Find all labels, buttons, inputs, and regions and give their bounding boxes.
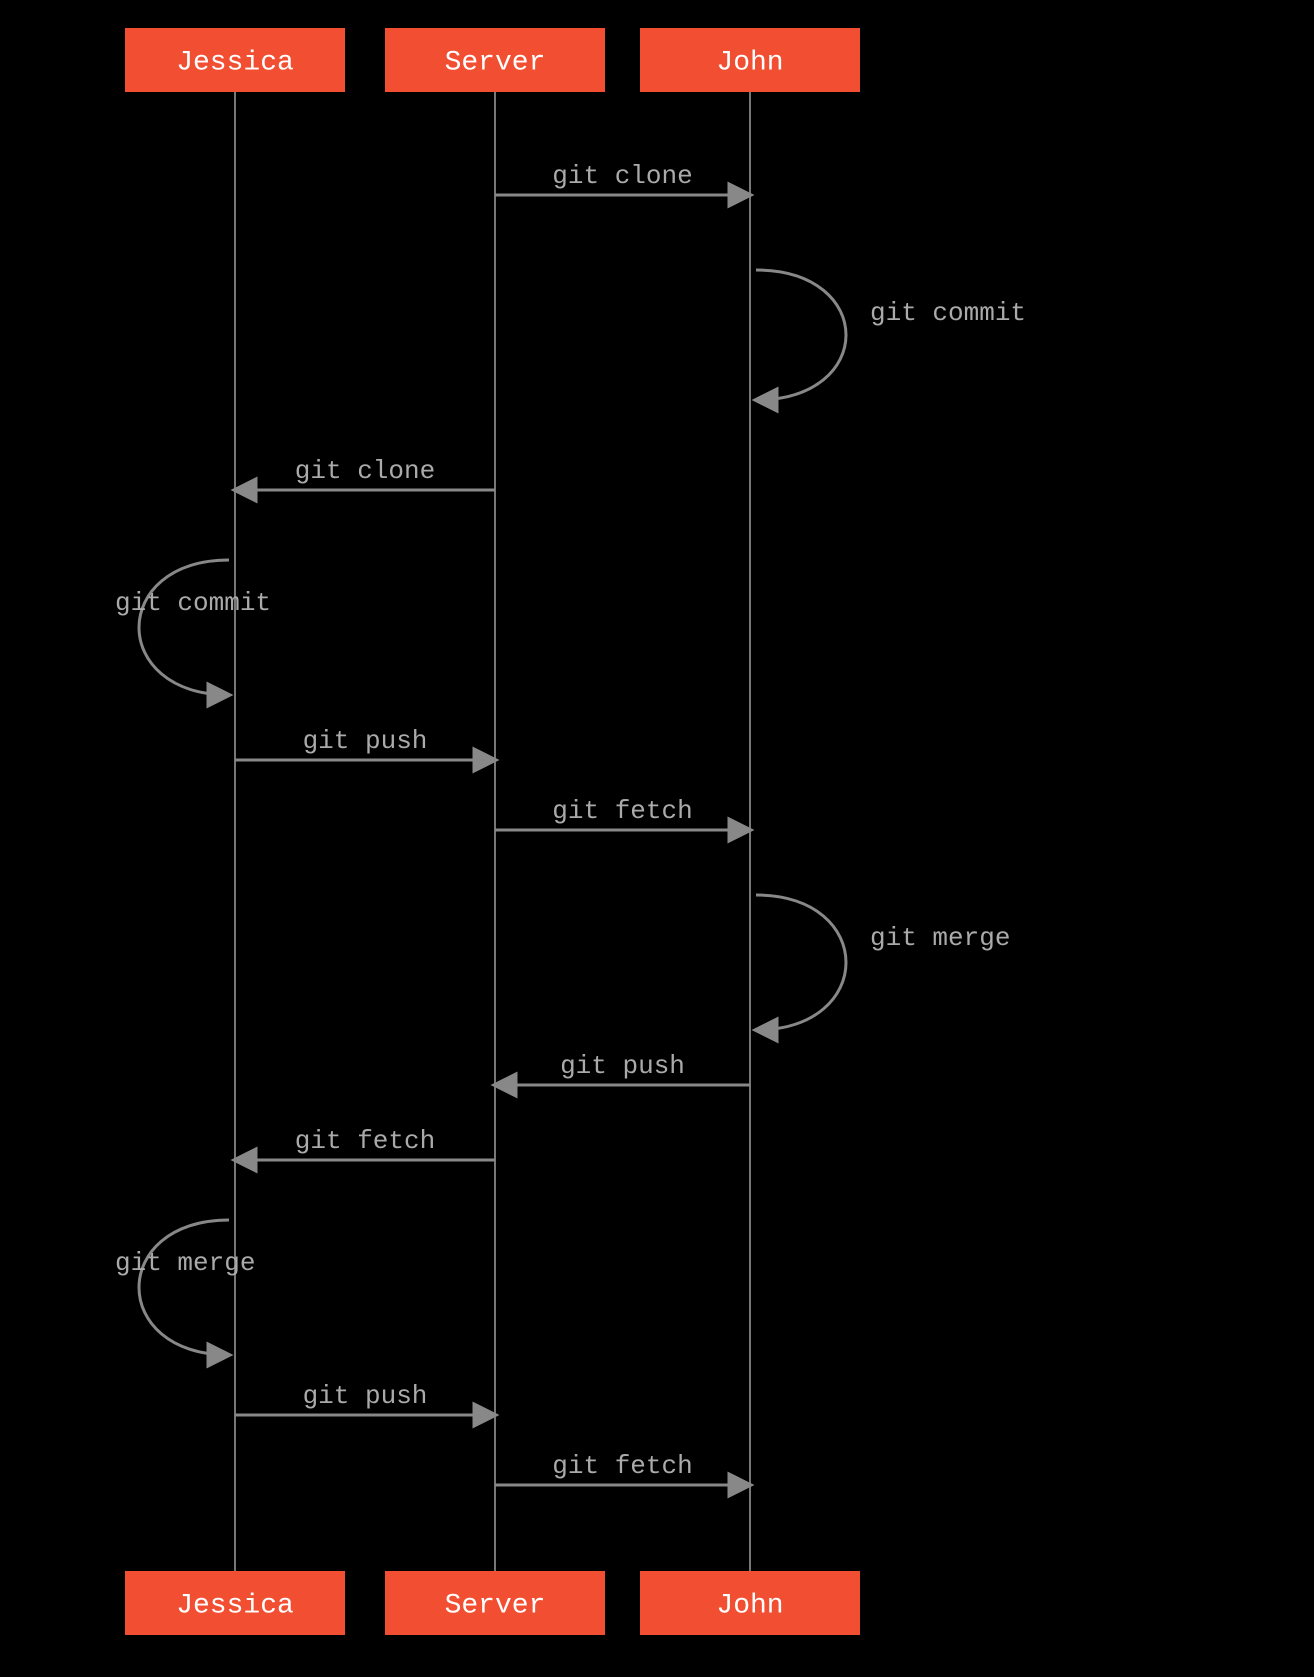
message-label: git push (560, 1051, 685, 1081)
actor-label-bottom-john: John (716, 1590, 783, 1621)
actor-label-bottom-server: Server (445, 1590, 546, 1621)
self-message-label: git merge (115, 1248, 255, 1278)
actor-label-top-jessica: Jessica (176, 47, 294, 78)
self-message-label: git merge (870, 923, 1010, 953)
self-message-arrow (756, 895, 846, 1030)
actor-label-bottom-jessica: Jessica (176, 1590, 294, 1621)
self-message-label: git commit (870, 298, 1026, 328)
self-message-arrow (756, 270, 846, 400)
message-label: git clone (295, 456, 435, 486)
self-message-label: git commit (115, 588, 271, 618)
message-label: git fetch (552, 796, 692, 826)
actor-label-top-server: Server (445, 47, 546, 78)
message-label: git push (303, 1381, 428, 1411)
message-label: git fetch (295, 1126, 435, 1156)
self-message-arrow (139, 1220, 229, 1355)
message-label: git clone (552, 161, 692, 191)
message-label: git push (303, 726, 428, 756)
message-label: git fetch (552, 1451, 692, 1481)
self-message-arrow (139, 560, 229, 695)
actor-label-top-john: John (716, 47, 783, 78)
sequence-diagram: Jessica Server John Jessica Server John git cl… (0, 0, 1314, 1677)
